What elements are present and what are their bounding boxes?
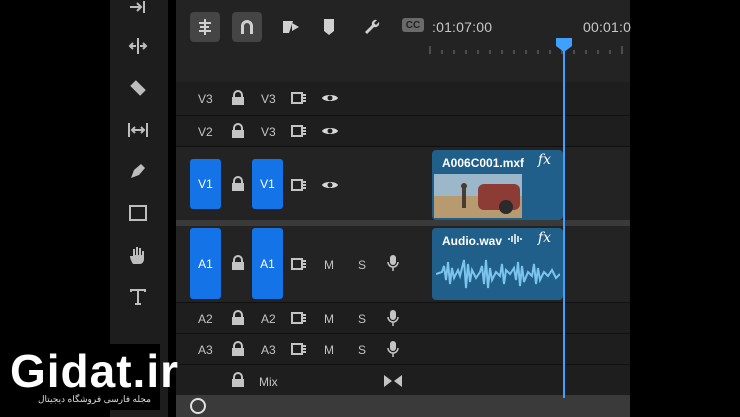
pen-tool[interactable] xyxy=(124,157,152,185)
mix-balance-icon[interactable] xyxy=(383,374,403,388)
add-marker-button[interactable] xyxy=(314,12,344,42)
ripple-edit-tool[interactable] xyxy=(124,32,152,60)
eye-icon[interactable] xyxy=(321,92,339,104)
lock-icon[interactable] xyxy=(231,123,245,139)
target-label-v1: V1 xyxy=(260,177,275,191)
target-patch-a1[interactable]: A1 xyxy=(252,228,283,299)
source-label-v2[interactable]: V2 xyxy=(198,125,213,139)
target-label-a1: A1 xyxy=(260,256,275,271)
audio-clip-name: Audio.wav xyxy=(442,234,503,248)
linked-selection-icon xyxy=(283,21,299,33)
rectangle-icon xyxy=(129,205,147,221)
target-patch-v1[interactable]: V1 xyxy=(252,159,283,209)
video-clip[interactable]: A006C001.mxf fx xyxy=(432,150,563,220)
pen-icon xyxy=(131,164,145,178)
track-row-a3: A3 A3 M S xyxy=(176,333,630,365)
playhead-handle[interactable] xyxy=(556,38,572,52)
source-label-a3[interactable]: A3 xyxy=(198,343,213,357)
sync-lock-icon[interactable] xyxy=(291,258,307,270)
playhead-line[interactable] xyxy=(563,38,565,398)
ripple-edit-icon xyxy=(128,38,148,54)
type-icon xyxy=(130,289,146,305)
track-row-v2: V2 V3 xyxy=(176,115,630,147)
audio-waveform xyxy=(436,259,560,289)
target-label-a2[interactable]: A2 xyxy=(261,312,276,326)
source-label-v3[interactable]: V3 xyxy=(198,92,213,106)
mix-label: Mix xyxy=(259,375,278,389)
eye-icon[interactable] xyxy=(321,125,339,137)
captions-icon[interactable]: CC xyxy=(402,18,424,32)
lock-icon[interactable] xyxy=(231,176,245,192)
audio-clip[interactable]: Audio.wav fx xyxy=(432,228,563,300)
fx-badge[interactable]: fx xyxy=(538,152,551,168)
sync-lock-icon[interactable] xyxy=(291,179,307,191)
target-label-v3[interactable]: V3 xyxy=(261,92,276,106)
sync-lock-icon[interactable] xyxy=(291,343,307,355)
fx-badge[interactable]: fx xyxy=(538,230,551,246)
audio-waveform-icon xyxy=(508,233,522,245)
lock-icon[interactable] xyxy=(231,372,245,388)
watermark-logo: Gidat.ir مجله فارسی فروشگاه دیجیتال xyxy=(10,344,178,410)
source-label-v1: V1 xyxy=(198,177,213,191)
rectangle-tool[interactable] xyxy=(124,199,152,227)
captions-label: CC xyxy=(405,19,421,31)
marker-icon xyxy=(324,19,334,35)
sync-lock-icon[interactable] xyxy=(291,312,307,324)
video-clip-name: A006C001.mxf xyxy=(442,156,525,170)
track-select-forward-tool[interactable] xyxy=(124,0,152,20)
razor-tool[interactable] xyxy=(124,74,152,102)
razor-icon xyxy=(130,80,146,96)
microphone-icon[interactable] xyxy=(387,309,399,327)
eye-icon[interactable] xyxy=(321,179,339,191)
track-row-a2: A2 A2 M S xyxy=(176,302,630,334)
target-label-v2[interactable]: V3 xyxy=(261,125,276,139)
timeline-settings-button[interactable] xyxy=(357,12,387,42)
slip-icon xyxy=(128,123,148,137)
hand-tool[interactable] xyxy=(124,241,152,269)
source-label-a2[interactable]: A2 xyxy=(198,312,213,326)
track-row-v1: V1 V1 A006C001.mxf fx xyxy=(176,146,630,221)
source-patch-a1[interactable]: A1 xyxy=(190,228,221,299)
timecode-left: :01:07:00 xyxy=(432,19,493,35)
lock-icon[interactable] xyxy=(231,90,245,106)
sync-lock-icon[interactable] xyxy=(291,125,307,137)
linked-selection-button[interactable] xyxy=(276,12,306,42)
magnet-icon xyxy=(241,20,253,34)
sync-lock-icon[interactable] xyxy=(291,92,307,104)
mute-button-a2[interactable]: M xyxy=(324,312,334,326)
timecode-right: 00:01:0 xyxy=(583,19,632,35)
microphone-icon[interactable] xyxy=(387,340,399,358)
watermark-tagline: مجله فارسی فروشگاه دیجیتال xyxy=(38,394,151,404)
mute-button-a1[interactable]: M xyxy=(324,258,334,272)
solo-button-a2[interactable]: S xyxy=(358,312,366,326)
lock-icon[interactable] xyxy=(231,255,245,271)
snap-button[interactable] xyxy=(232,12,262,42)
nest-sequence-button[interactable] xyxy=(190,12,220,42)
lock-icon[interactable] xyxy=(231,310,245,326)
scroll-handle[interactable] xyxy=(190,398,206,414)
slip-tool[interactable] xyxy=(124,116,152,144)
track-row-a1: A1 A1 M S Audio.wav fx xyxy=(176,226,630,302)
solo-button-a3[interactable]: S xyxy=(358,343,366,357)
track-row-mix: Mix xyxy=(176,364,630,396)
type-tool[interactable] xyxy=(124,282,152,310)
horizontal-scrollbar[interactable] xyxy=(176,395,630,417)
lock-icon[interactable] xyxy=(231,341,245,357)
video-thumbnail xyxy=(434,174,522,218)
source-patch-v1[interactable]: V1 xyxy=(190,159,221,209)
track-row-v3: V3 V3 xyxy=(176,82,630,115)
wrench-icon xyxy=(365,19,380,34)
source-label-a1: A1 xyxy=(198,256,213,271)
hand-icon xyxy=(130,247,144,264)
target-label-a3[interactable]: A3 xyxy=(261,343,276,357)
time-ruler xyxy=(429,46,623,54)
microphone-icon[interactable] xyxy=(387,254,399,272)
timeline-panel: CC :01:07:00 00:01:0 V3 V3 V2 V3 V1 V1 A… xyxy=(176,0,632,417)
premiere-timeline-screenshot: CC :01:07:00 00:01:0 V3 V3 V2 V3 V1 V1 A… xyxy=(0,0,740,417)
watermark-brand: Gidat.ir xyxy=(10,345,180,397)
solo-button-a1[interactable]: S xyxy=(358,258,366,272)
mute-button-a3[interactable]: M xyxy=(324,343,334,357)
align-icon xyxy=(199,19,211,35)
track-select-icon xyxy=(130,1,145,13)
